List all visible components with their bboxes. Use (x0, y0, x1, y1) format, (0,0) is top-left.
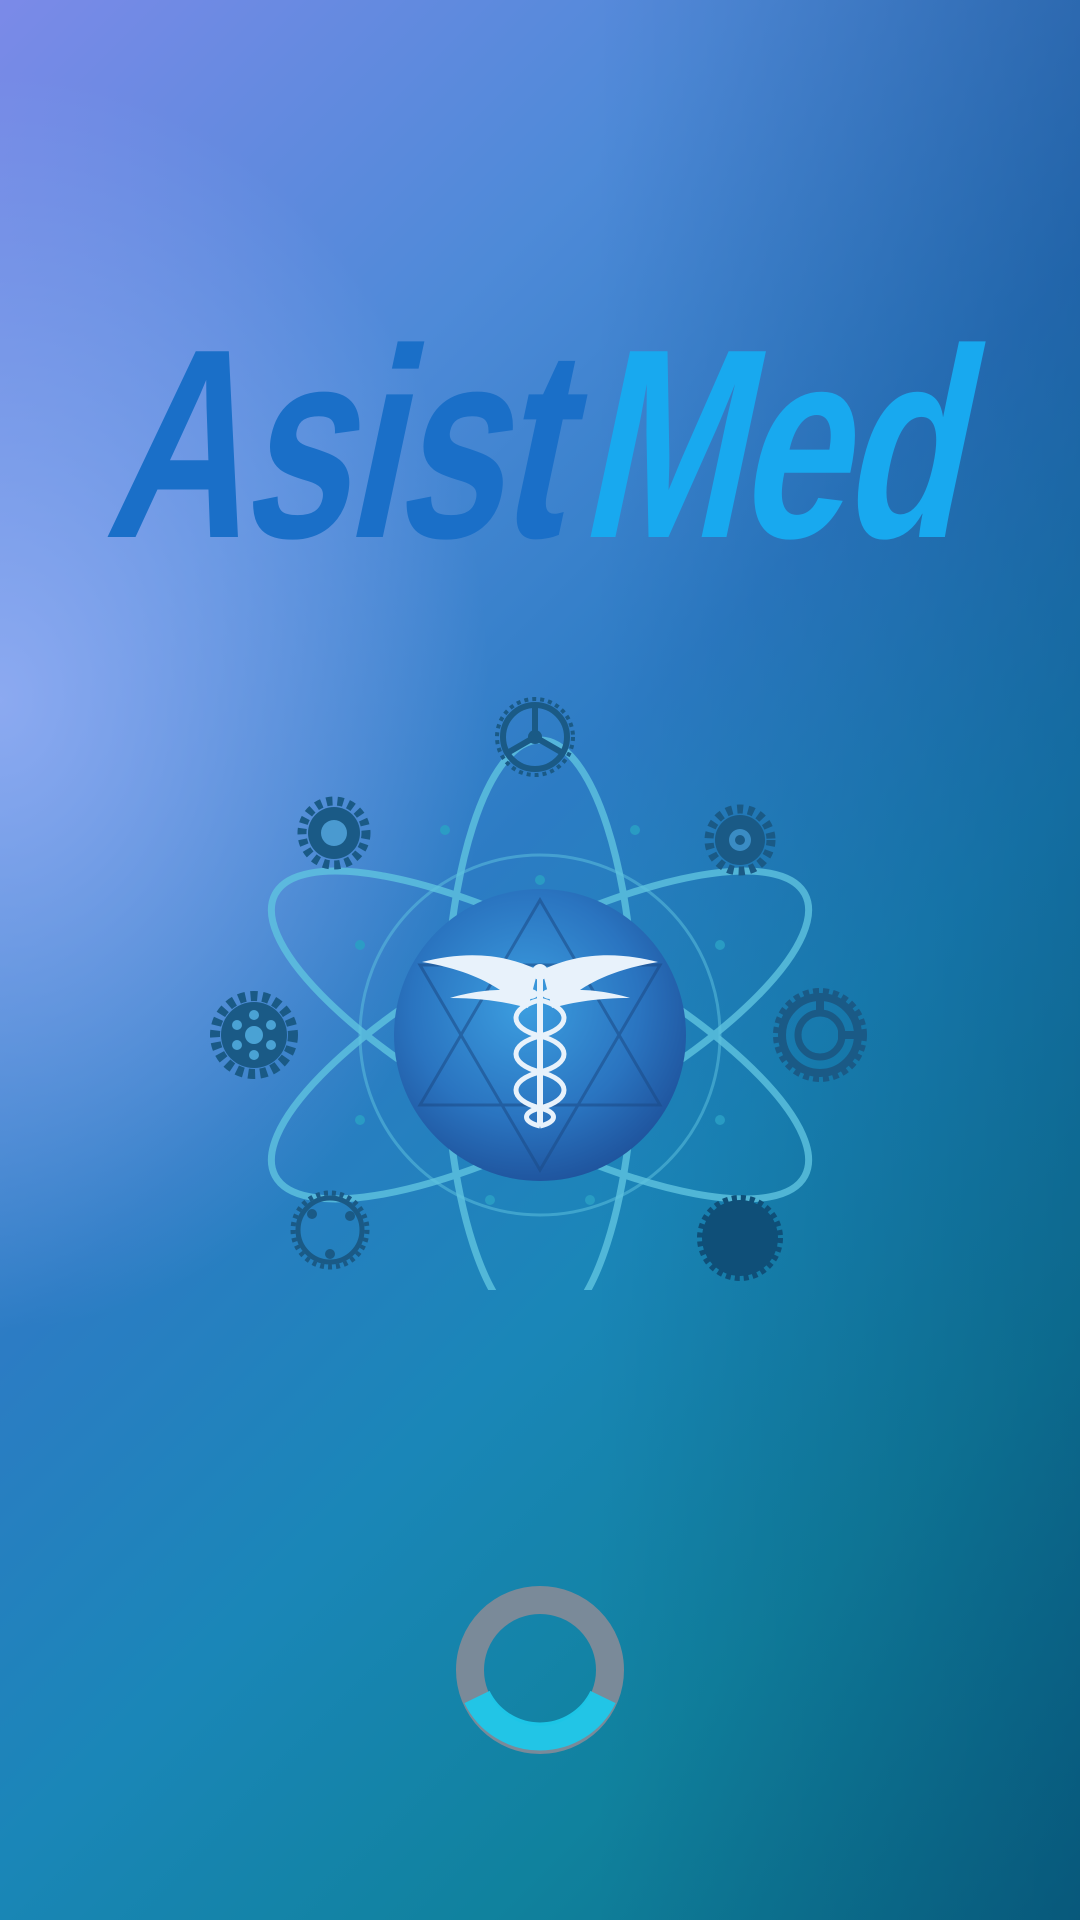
app-logo: AsistMed (0, 294, 1080, 595)
spinner-icon (456, 1586, 624, 1754)
gear-icon (297, 796, 371, 870)
atom-emblem (210, 697, 867, 1290)
gear-icon (290, 1190, 370, 1270)
splash-screen: AsistMed (0, 0, 1080, 1920)
gear-icon (210, 991, 298, 1079)
gear-icon (697, 1195, 783, 1281)
gear-icon (773, 988, 867, 1082)
logo-text-med: Med (565, 294, 1006, 595)
gear-icon (495, 697, 575, 777)
gear-icon (704, 804, 776, 876)
logo-text-asist: Asist (90, 294, 608, 595)
